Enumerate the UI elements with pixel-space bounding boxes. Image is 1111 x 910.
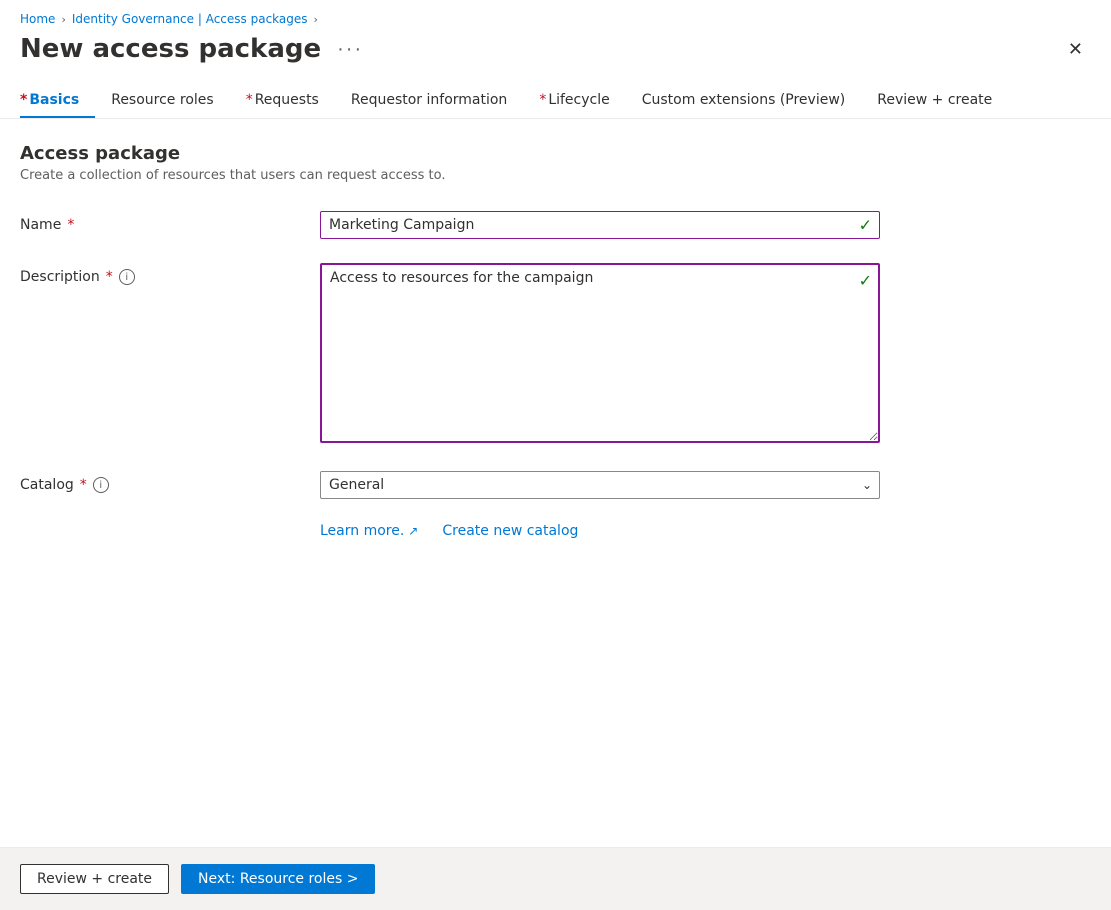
catalog-label: Catalog * i xyxy=(20,471,320,493)
section-description: Create a collection of resources that us… xyxy=(20,168,1091,183)
section-title: Access package xyxy=(20,143,1091,164)
description-info-icon[interactable]: i xyxy=(119,269,135,285)
tab-custom-extensions-label: Custom extensions (Preview) xyxy=(642,92,846,108)
tab-basics-label: Basics xyxy=(29,92,79,108)
catalog-control: General Custom Catalog 1 ⌄ xyxy=(320,471,880,499)
close-icon: ✕ xyxy=(1068,39,1083,59)
catalog-label-text: Catalog xyxy=(20,477,74,493)
catalog-required-star: * xyxy=(80,477,87,493)
name-label-text: Name xyxy=(20,217,61,233)
catalog-row: Catalog * i General Custom Catalog 1 ⌄ xyxy=(20,471,1091,499)
learn-more-text: Learn more. xyxy=(320,523,404,539)
tab-review-create[interactable]: Review + create xyxy=(861,84,1008,118)
required-star: * xyxy=(20,92,27,108)
tab-requestor-information-label: Requestor information xyxy=(351,92,507,108)
name-control: ✓ xyxy=(320,211,880,239)
tab-basics[interactable]: *Basics xyxy=(20,84,95,118)
catalog-dropdown-wrapper: General Custom Catalog 1 ⌄ xyxy=(320,471,880,499)
links-row: Learn more. ↗ Create new catalog xyxy=(320,523,1091,539)
description-required-star: * xyxy=(106,269,113,285)
title-row: New access package ··· ✕ xyxy=(0,30,1111,64)
next-resource-roles-button[interactable]: Next: Resource roles > xyxy=(181,864,375,894)
review-create-button[interactable]: Review + create xyxy=(20,864,169,894)
chevron-icon: › xyxy=(61,13,65,26)
required-star-3: * xyxy=(539,92,546,108)
breadcrumb: Home › Identity Governance | Access pack… xyxy=(0,0,1111,30)
create-new-catalog-text: Create new catalog xyxy=(442,523,578,539)
learn-more-link[interactable]: Learn more. ↗ xyxy=(320,523,418,539)
description-check-icon: ✓ xyxy=(859,271,872,290)
name-input-wrapper: ✓ xyxy=(320,211,880,239)
catalog-info-icon[interactable]: i xyxy=(93,477,109,493)
tab-resource-roles-label: Resource roles xyxy=(111,92,213,108)
footer: Review + create Next: Resource roles > xyxy=(0,847,1111,910)
page-title: New access package xyxy=(20,34,321,64)
name-label: Name * xyxy=(20,211,320,233)
close-button[interactable]: ✕ xyxy=(1060,36,1091,62)
tab-custom-extensions[interactable]: Custom extensions (Preview) xyxy=(626,84,862,118)
description-control: Access to resources for the campaign ✓ xyxy=(320,263,880,447)
name-required-star: * xyxy=(67,217,74,233)
catalog-dropdown[interactable]: General Custom Catalog 1 xyxy=(320,471,880,499)
description-row: Description * i Access to resources for … xyxy=(20,263,1091,447)
description-input[interactable]: Access to resources for the campaign xyxy=(320,263,880,443)
name-row: Name * ✓ xyxy=(20,211,1091,239)
breadcrumb-home[interactable]: Home xyxy=(20,12,55,26)
tab-requestor-information[interactable]: Requestor information xyxy=(335,84,523,118)
tab-requests[interactable]: *Requests xyxy=(230,84,335,118)
tab-resource-roles[interactable]: Resource roles xyxy=(95,84,229,118)
description-textarea-wrapper: Access to resources for the campaign ✓ xyxy=(320,263,880,447)
more-button[interactable]: ··· xyxy=(331,36,369,63)
tab-requests-label: Requests xyxy=(255,92,319,108)
name-check-icon: ✓ xyxy=(859,216,872,235)
tab-lifecycle-label: Lifecycle xyxy=(548,92,609,108)
description-label-text: Description xyxy=(20,269,100,285)
title-left: New access package ··· xyxy=(20,34,369,64)
tab-lifecycle[interactable]: *Lifecycle xyxy=(523,84,625,118)
main-content: Access package Create a collection of re… xyxy=(0,119,1111,847)
chevron-icon-2: › xyxy=(314,13,318,26)
tabs-bar: *Basics Resource roles *Requests Request… xyxy=(0,68,1111,119)
tab-review-create-label: Review + create xyxy=(877,92,992,108)
description-label: Description * i xyxy=(20,263,320,285)
name-input[interactable] xyxy=(320,211,880,239)
breadcrumb-identity-governance[interactable]: Identity Governance | Access packages xyxy=(72,12,308,26)
required-star-2: * xyxy=(246,92,253,108)
external-link-icon: ↗ xyxy=(408,524,418,538)
create-new-catalog-link[interactable]: Create new catalog xyxy=(442,523,578,539)
